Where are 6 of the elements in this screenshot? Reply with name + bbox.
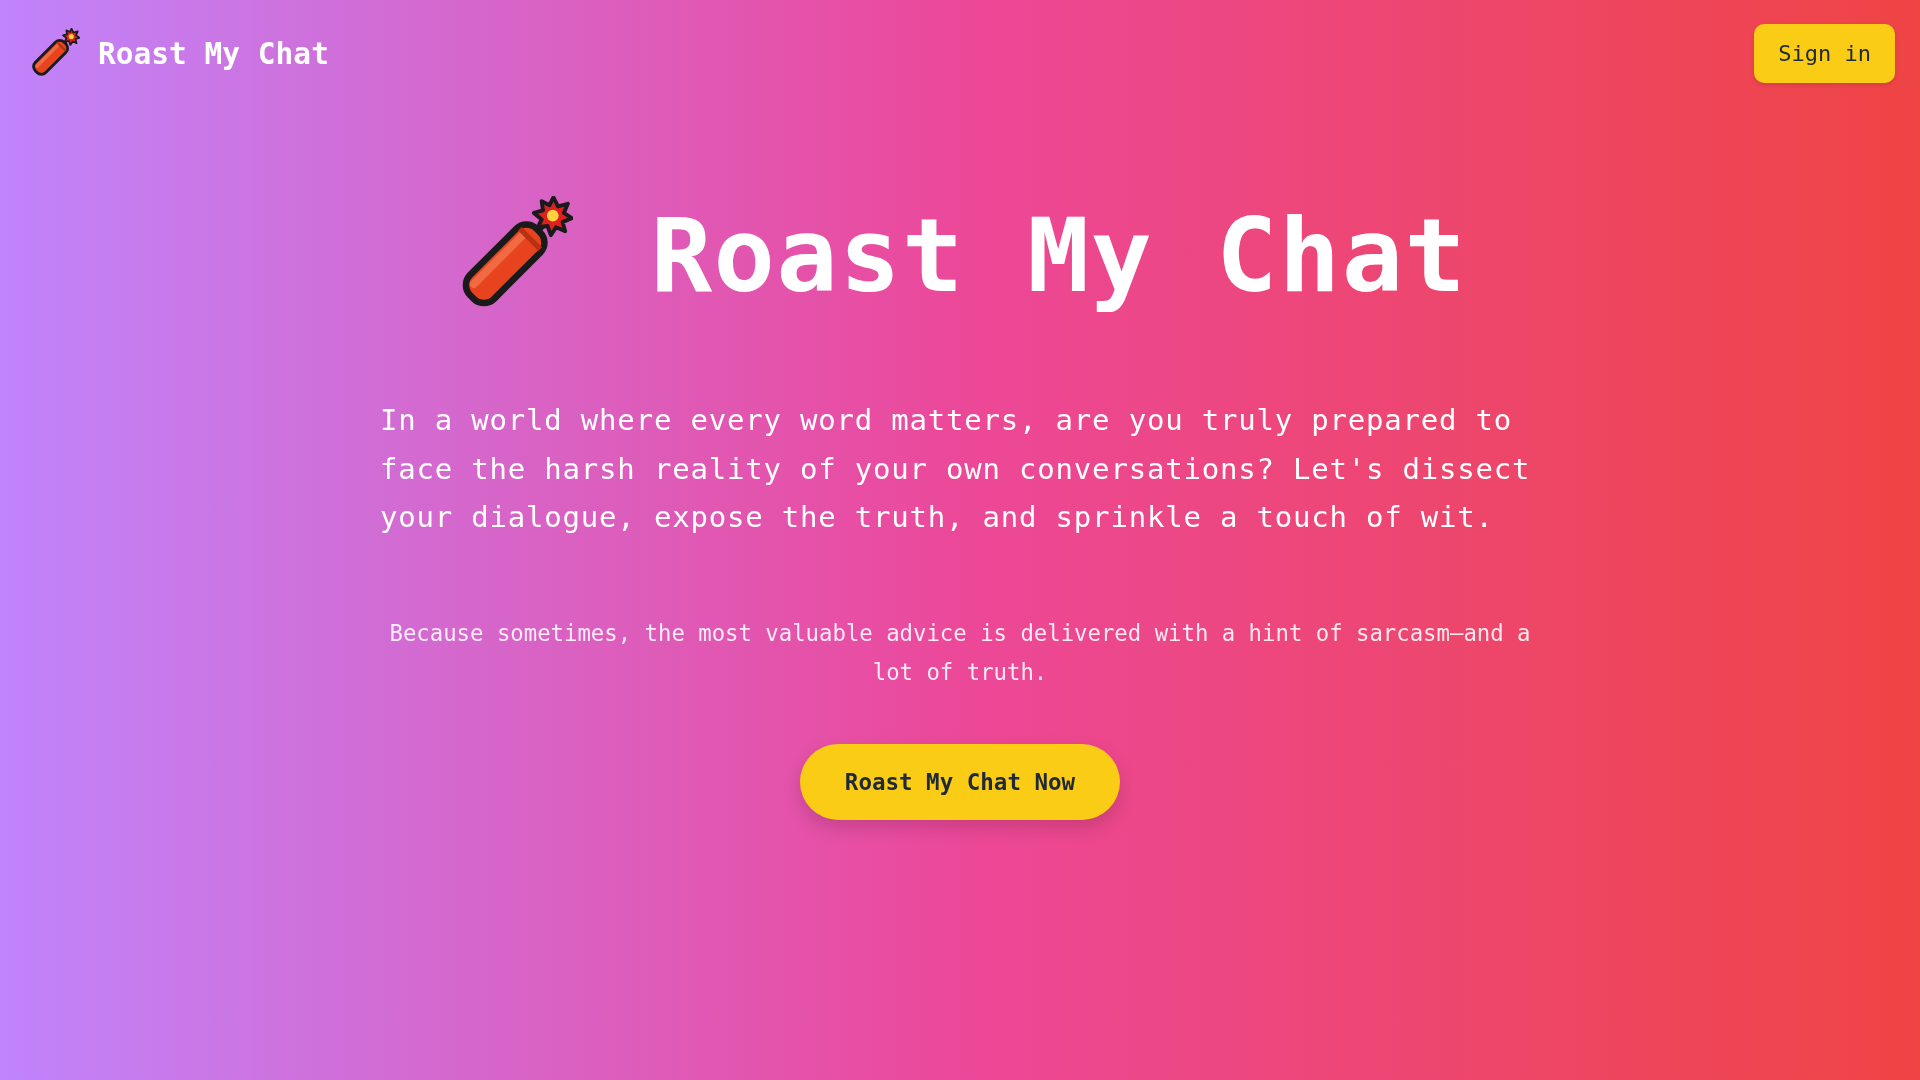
tagline-text: Because sometimes, the most valuable advice is delivered with a hint of sarcasm—and a lot of truth. <box>388 618 1532 687</box>
hero-title: Roast My Chat <box>650 194 1468 317</box>
logo-text: Roast My Chat <box>98 36 329 71</box>
intro-paragraph: In a world where every word matters, are you truly prepared to face the harsh reality of your own conversations? Let's dissect your dialogue, expose the truth, and sprinkle a touch of wit. <box>380 402 1532 536</box>
roast-now-button[interactable]: Roast My Chat Now <box>799 743 1121 820</box>
sign-in-button[interactable]: Sign in <box>1754 24 1895 83</box>
